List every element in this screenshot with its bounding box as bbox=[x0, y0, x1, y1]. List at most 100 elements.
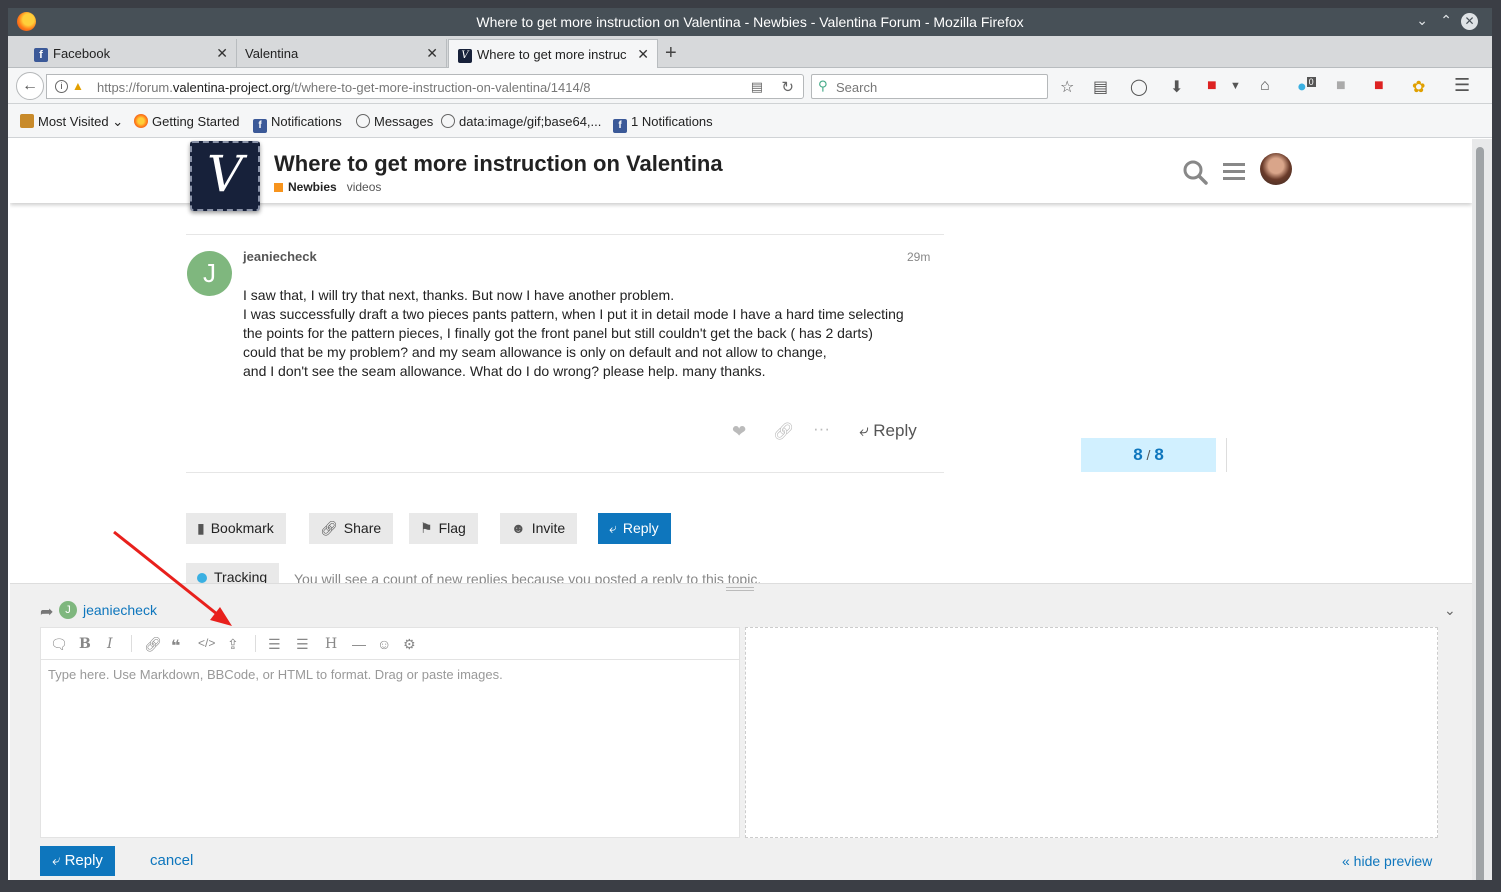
numbered-list-icon[interactable]: ☰ bbox=[296, 636, 309, 653]
info-icon[interactable]: i bbox=[55, 80, 68, 93]
heading-icon[interactable]: H bbox=[325, 636, 337, 652]
topic-tag[interactable]: videos bbox=[347, 180, 382, 194]
topic-reply-button[interactable]: ⤶ Reply bbox=[598, 513, 671, 544]
window-close-icon[interactable]: ✕ bbox=[1461, 13, 1478, 30]
home-icon[interactable]: ⌂ bbox=[1260, 77, 1270, 95]
search-input[interactable]: ⚲ Search bbox=[811, 74, 1048, 99]
post-body: I saw that, I will try that next, thanks… bbox=[243, 286, 933, 381]
topic-title[interactable]: Where to get more instruction on Valenti… bbox=[274, 151, 723, 177]
reply-to-username[interactable]: jeaniecheck bbox=[83, 602, 157, 618]
reading-list-icon[interactable]: ▤ bbox=[1093, 77, 1108, 97]
url-text[interactable]: https://forum.valentina-project.org/t/wh… bbox=[97, 80, 591, 95]
invite-button[interactable]: ☻ Invite bbox=[500, 513, 578, 544]
category-name[interactable]: Newbies bbox=[288, 180, 337, 194]
preview-pane bbox=[745, 627, 1438, 838]
tab-close-icon[interactable]: ✕ bbox=[637, 46, 649, 63]
post-author-name[interactable]: jeaniecheck bbox=[243, 249, 317, 264]
collapse-composer-icon[interactable]: ⌄ bbox=[1444, 602, 1456, 619]
reply-arrow-icon: ⤶ bbox=[52, 852, 61, 869]
category-badge[interactable]: Newbies videos bbox=[274, 180, 381, 194]
reply-to-arrow-icon: ➦ bbox=[40, 604, 54, 621]
reload-icon[interactable]: ↻ bbox=[781, 78, 794, 96]
post-line: could that be my problem? and my seam al… bbox=[243, 344, 827, 360]
page-scrollbar[interactable] bbox=[1472, 139, 1492, 880]
post-reply-button[interactable]: ⤶ Reply bbox=[859, 421, 917, 441]
notification-bell-icon[interactable]: ● 0 bbox=[1297, 77, 1316, 96]
quote-bubble-icon[interactable]: 🗨︎ bbox=[50, 636, 68, 653]
upload-icon[interactable]: ⇪ bbox=[227, 636, 239, 653]
italic-icon[interactable]: I bbox=[107, 636, 113, 652]
flash-icon[interactable]: ■ bbox=[1207, 77, 1217, 95]
tab-valentina-forum[interactable]: V Where to get more instruc ✕ bbox=[448, 39, 658, 68]
gear-icon[interactable]: ⚙ bbox=[403, 636, 416, 653]
user-avatar[interactable] bbox=[1260, 153, 1292, 185]
hide-preview-link[interactable]: « hide preview bbox=[1342, 853, 1432, 869]
hamburger-menu-icon[interactable] bbox=[1223, 161, 1247, 183]
share-button[interactable]: 🔗︎ Share bbox=[309, 513, 394, 544]
reader-view-icon[interactable]: ▤ bbox=[751, 79, 763, 95]
tab-facebook[interactable]: f Facebook ✕ bbox=[25, 39, 237, 68]
pocket-icon[interactable]: ◯ bbox=[1130, 77, 1148, 97]
globe-icon bbox=[441, 114, 455, 128]
timeline-divider bbox=[1226, 438, 1227, 472]
code-icon[interactable]: </> bbox=[198, 636, 215, 650]
download-icon[interactable]: ⬇ bbox=[1170, 77, 1183, 97]
blockquote-icon[interactable]: ❝ bbox=[171, 636, 180, 656]
bookmark-messages[interactable]: Messages bbox=[356, 114, 433, 129]
post-timestamp[interactable]: 29m bbox=[907, 250, 930, 264]
emoji-icon[interactable]: ☺ bbox=[377, 636, 391, 652]
share-link-icon[interactable]: 🔗︎ bbox=[773, 422, 795, 442]
category-color-square bbox=[274, 183, 283, 192]
bookmark-data-image[interactable]: data:image/gif;base64,... bbox=[441, 114, 601, 129]
tab-label: Where to get more instruc bbox=[477, 47, 627, 62]
facebook-icon: f bbox=[253, 119, 267, 133]
minimize-icon[interactable]: ⌄ bbox=[1416, 12, 1428, 29]
tab-bar: f Facebook ✕ Valentina ✕ V Where to get … bbox=[8, 36, 1492, 68]
reply-to-avatar: J bbox=[59, 601, 77, 619]
flag-button[interactable]: ⚑ Flag bbox=[409, 513, 478, 544]
bold-icon[interactable]: B bbox=[79, 636, 91, 652]
extension-icon[interactable]: ■ bbox=[1336, 77, 1346, 95]
bullet-list-icon[interactable]: ☰ bbox=[268, 636, 281, 653]
url-bar[interactable]: i ▲ https://forum.valentina-project.org/… bbox=[46, 74, 804, 99]
colorful-extension-icon[interactable]: ✿ bbox=[1412, 77, 1425, 97]
new-tab-icon[interactable]: + bbox=[665, 42, 677, 65]
bookmark-star-icon[interactable]: ☆ bbox=[1060, 77, 1074, 97]
bookmark-notifications[interactable]: f Notifications bbox=[253, 114, 342, 133]
bookmark-getting-started[interactable]: Getting Started bbox=[134, 114, 239, 129]
maximize-icon[interactable]: ⌃ bbox=[1440, 12, 1452, 29]
link-icon[interactable]: 🔗︎ bbox=[144, 636, 162, 653]
tab-close-icon[interactable]: ✕ bbox=[216, 45, 228, 62]
bookmark-1-notifications[interactable]: f1 Notifications bbox=[613, 114, 713, 133]
topic-progress[interactable]: 8 / 8 bbox=[1081, 438, 1216, 472]
post-bottom-divider bbox=[186, 472, 944, 473]
composer-resize-grip[interactable] bbox=[726, 587, 754, 591]
reply-textarea[interactable] bbox=[41, 661, 739, 837]
warning-icon[interactable]: ▲ bbox=[72, 79, 84, 93]
bookmark-most-visited[interactable]: Most Visited ⌄ bbox=[20, 114, 123, 130]
like-heart-icon[interactable]: ❤ bbox=[732, 422, 746, 442]
folder-icon bbox=[20, 114, 34, 128]
page-content: V Where to get more instruction on Valen… bbox=[10, 139, 1472, 880]
scrollbar-thumb[interactable] bbox=[1476, 147, 1484, 880]
tab-close-icon[interactable]: ✕ bbox=[426, 45, 438, 62]
post-author-avatar[interactable]: J bbox=[187, 251, 232, 296]
tab-valentina[interactable]: Valentina ✕ bbox=[237, 39, 447, 68]
chevron-down-icon[interactable]: ▼ bbox=[1230, 80, 1241, 92]
bookmark-button[interactable]: ▮ Bookmark bbox=[186, 513, 286, 544]
search-icon[interactable] bbox=[1182, 159, 1208, 185]
bookmark-icon: ▮ bbox=[197, 520, 205, 536]
tracking-button[interactable]: Tracking bbox=[186, 563, 280, 585]
back-button[interactable]: ← bbox=[16, 72, 44, 100]
flash-player-icon[interactable]: ■ bbox=[1374, 77, 1384, 95]
more-actions-icon[interactable]: ··· bbox=[813, 419, 830, 439]
firefox-window: Where to get more instruction on Valenti… bbox=[8, 8, 1492, 880]
tracking-dot-icon bbox=[197, 573, 207, 583]
cancel-link[interactable]: cancel bbox=[150, 852, 193, 869]
tab-label: Facebook bbox=[53, 46, 111, 61]
horizontal-rule-icon[interactable]: — bbox=[352, 636, 366, 652]
users-icon: ☻ bbox=[511, 520, 526, 536]
hamburger-menu-icon[interactable]: ☰ bbox=[1454, 75, 1470, 96]
valentina-logo[interactable]: V bbox=[190, 141, 260, 211]
composer-reply-button[interactable]: ⤶ Reply bbox=[40, 846, 115, 876]
